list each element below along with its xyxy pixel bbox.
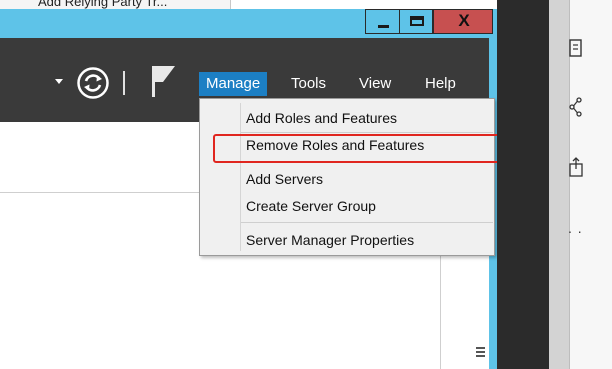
menu-gutter (240, 103, 241, 251)
close-icon: X (458, 11, 470, 30)
export-icon[interactable] (568, 156, 584, 178)
menu-item-add-roles-features[interactable]: Add Roles and Features (246, 107, 397, 129)
more-options-icon[interactable]: . . (568, 220, 583, 236)
menu-separator (241, 132, 493, 133)
minimize-icon (378, 25, 389, 28)
menu-view[interactable]: View (352, 72, 398, 96)
background-gray-strip (549, 0, 569, 369)
document-icon[interactable] (568, 38, 584, 60)
manage-dropdown-menu: Add Roles and Features Remove Roles and … (199, 98, 495, 256)
close-button[interactable]: X (433, 9, 493, 34)
menu-separator (241, 222, 493, 223)
menu-manage[interactable]: Manage (199, 72, 268, 96)
menu-item-server-manager-properties[interactable]: Server Manager Properties (246, 229, 414, 251)
share-icon[interactable] (568, 96, 584, 118)
maximize-icon (410, 16, 424, 26)
background-dark-area (497, 0, 549, 369)
menu-tools[interactable]: Tools (284, 72, 333, 96)
refresh-icon[interactable] (76, 66, 110, 100)
background-window-title: Add Relying Party Tr... (38, 0, 168, 9)
scrollbar-grip-icon[interactable] (476, 347, 485, 357)
chevron-down-icon[interactable] (55, 79, 63, 84)
menu-help[interactable]: Help (418, 72, 463, 96)
menu-item-add-servers[interactable]: Add Servers (246, 168, 323, 190)
toolbar-separator (123, 71, 125, 95)
maximize-button[interactable] (399, 9, 433, 34)
notifications-flag-icon[interactable] (149, 64, 177, 98)
minimize-button[interactable] (365, 9, 400, 34)
menu-item-create-server-group[interactable]: Create Server Group (246, 195, 376, 217)
highlight-annotation (213, 134, 500, 163)
